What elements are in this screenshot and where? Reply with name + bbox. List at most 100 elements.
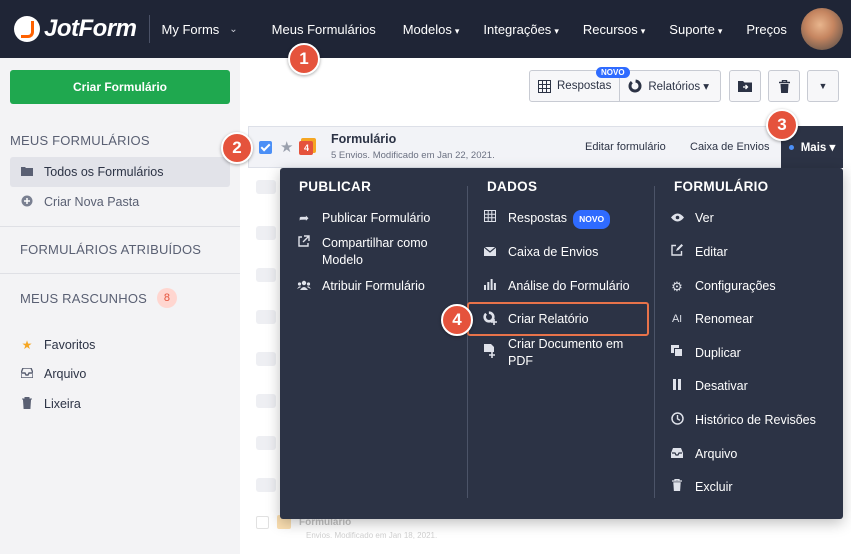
nav-separator — [148, 15, 150, 43]
nav-meus-formularios[interactable]: Meus Formulários — [272, 22, 379, 37]
reports-button[interactable]: Relatórios ▾ — [620, 71, 717, 101]
jotform-logo-icon — [14, 16, 40, 42]
jotform-logo[interactable]: JotForm — [14, 15, 137, 43]
menu-item-view[interactable]: Ver — [669, 210, 834, 227]
menu-item-archive[interactable]: Arquivo — [669, 446, 834, 463]
add-circle-icon — [20, 195, 34, 210]
my-drafts-heading[interactable]: MEUS RASCUNHOS 8 — [20, 288, 178, 308]
sidebar-item-all-forms[interactable]: Todos os Formulários — [10, 157, 230, 187]
folder-icon — [20, 165, 34, 179]
sidebar: Criar Formulário MEUS FORMULÁRIOS Todos … — [0, 58, 240, 554]
more-options-dropdown-button[interactable]: ▼ — [807, 70, 839, 102]
menu-item-label: Caixa de Envios — [508, 245, 599, 259]
nav-label: Modelos — [402, 21, 452, 37]
sidebar-item-trash[interactable]: Lixeira — [10, 389, 230, 419]
caret-down-icon: ▾ — [640, 25, 646, 36]
rename-text-icon: AI — [671, 313, 683, 325]
menu-item-label: Histórico de Revisões — [695, 413, 816, 427]
envelope-icon — [482, 244, 498, 261]
menu-item-label: Respostas — [508, 211, 568, 225]
column-separator — [654, 186, 655, 498]
novo-badge: NOVO — [596, 67, 630, 78]
nav-integracoes[interactable]: Integrações ▾ — [483, 22, 558, 37]
menu-item-label: Editar — [695, 245, 728, 259]
grid-table-icon — [482, 210, 498, 227]
my-forms-label: My Forms — [161, 21, 220, 37]
more-label: Mais ▾ — [800, 142, 836, 154]
menu-item-settings[interactable]: ⚙ Configurações — [669, 278, 834, 295]
ghost-checkbox — [256, 180, 276, 194]
nav-precos[interactable]: Preços — [746, 22, 789, 37]
delete-button[interactable] — [768, 70, 800, 102]
nav-label: Integrações — [483, 21, 552, 37]
form-subtitle: 5 Envios. Modificado em Jan 22, 2021. — [331, 150, 495, 161]
nav-suporte[interactable]: Suporte ▾ — [669, 22, 722, 37]
nav-modelos[interactable]: Modelos ▾ — [403, 22, 460, 37]
nav-label: Suporte — [669, 21, 715, 37]
menu-item-inbox[interactable]: Caixa de Envios — [482, 244, 652, 261]
responses-label: Respostas — [557, 80, 612, 92]
publish-section-title: PUBLICAR — [299, 179, 372, 194]
nav-recursos[interactable]: Recursos ▾ — [583, 22, 645, 37]
logo-text: JotForm — [44, 15, 137, 42]
share-arrow-icon: ➦ — [298, 211, 310, 225]
reports-label: Relatórios ▾ — [648, 81, 710, 93]
novo-badge: NOVO — [573, 210, 611, 229]
form-subtitle: Envios. Modificado em Jan 18, 2021. — [306, 531, 438, 540]
assigned-forms-heading[interactable]: FORMULÁRIOS ATRIBUÍDOS — [20, 242, 201, 257]
ghost-checkbox — [256, 310, 276, 324]
menu-item-label: Análise do Formulário — [508, 279, 630, 293]
caret-down-icon: ▾ — [554, 25, 559, 36]
caret-down-icon: ▼ — [818, 81, 828, 91]
sidebar-item-label: Lixeira — [44, 397, 81, 411]
pdf-add-icon — [482, 336, 498, 363]
ghost-checkbox — [256, 436, 276, 450]
sidebar-item-archive[interactable]: Arquivo — [10, 359, 230, 389]
move-to-folder-button[interactable] — [729, 70, 761, 102]
menu-item-share-template[interactable]: Compartilhar como Modelo — [296, 235, 456, 269]
grid-table-icon — [538, 79, 551, 93]
trash-icon — [669, 478, 685, 496]
sidebar-item-new-folder[interactable]: Criar Nova Pasta — [10, 187, 230, 217]
sidebar-divider — [0, 226, 240, 227]
menu-item-form-analytics[interactable]: Análise do Formulário — [482, 278, 652, 295]
menu-item-delete[interactable]: Excluir — [669, 478, 834, 496]
edit-form-link[interactable]: Editar formulário — [585, 141, 666, 153]
ghost-checkbox — [256, 226, 276, 240]
form-row-selected[interactable]: ★ 4 Formulário 5 Envios. Modificado em J… — [248, 126, 843, 168]
menu-item-rename[interactable]: AI Renomear — [669, 311, 834, 328]
create-form-button[interactable]: Criar Formulário — [10, 70, 230, 104]
form-title[interactable]: Formulário — [331, 132, 396, 146]
trash-icon — [20, 396, 34, 412]
menu-item-revision-history[interactable]: Histórico de Revisões — [669, 412, 834, 430]
sidebar-item-label: Todos os Formulários — [44, 165, 164, 179]
archive-tray-icon — [20, 367, 34, 381]
menu-item-label: Excluir — [695, 480, 733, 494]
star-icon[interactable]: ★ — [280, 138, 293, 156]
sidebar-item-label: Favoritos — [44, 338, 96, 352]
heading-label: MEUS RASCUNHOS — [20, 290, 148, 306]
menu-item-edit[interactable]: Editar — [669, 244, 834, 261]
inbox-link[interactable]: Caixa de Envios — [690, 141, 770, 153]
menu-item-publish-form[interactable]: ➦ Publicar Formulário — [296, 210, 456, 227]
form-icon-number: 4 — [299, 141, 314, 155]
menu-item-disable[interactable]: Desativar — [669, 378, 834, 395]
bar-chart-icon — [482, 278, 498, 295]
menu-item-responses[interactable]: Respostas NOVO — [482, 210, 652, 229]
sidebar-item-favorites[interactable]: ★ Favoritos — [10, 330, 230, 360]
notification-dot — [788, 144, 794, 150]
row-checkbox[interactable] — [256, 515, 269, 529]
ghost-checkbox — [256, 352, 276, 366]
archive-tray-icon — [669, 446, 685, 463]
row-checkbox-checked[interactable] — [259, 140, 272, 154]
sidebar-item-label: Arquivo — [44, 367, 87, 381]
user-avatar[interactable] — [801, 8, 843, 50]
ghost-checkbox — [256, 394, 276, 408]
menu-item-label: Atribuir Formulário — [322, 279, 425, 293]
chevron-down-icon: ⌄ — [229, 23, 238, 35]
menu-item-create-pdf[interactable]: Criar Documento em PDF — [482, 336, 652, 370]
menu-item-duplicate[interactable]: Duplicar — [669, 345, 834, 362]
my-forms-dropdown[interactable]: My Forms ⌄ — [162, 22, 238, 37]
menu-item-assign-form[interactable]: Atribuir Formulário — [296, 278, 456, 295]
menu-item-label: Duplicar — [695, 346, 741, 360]
